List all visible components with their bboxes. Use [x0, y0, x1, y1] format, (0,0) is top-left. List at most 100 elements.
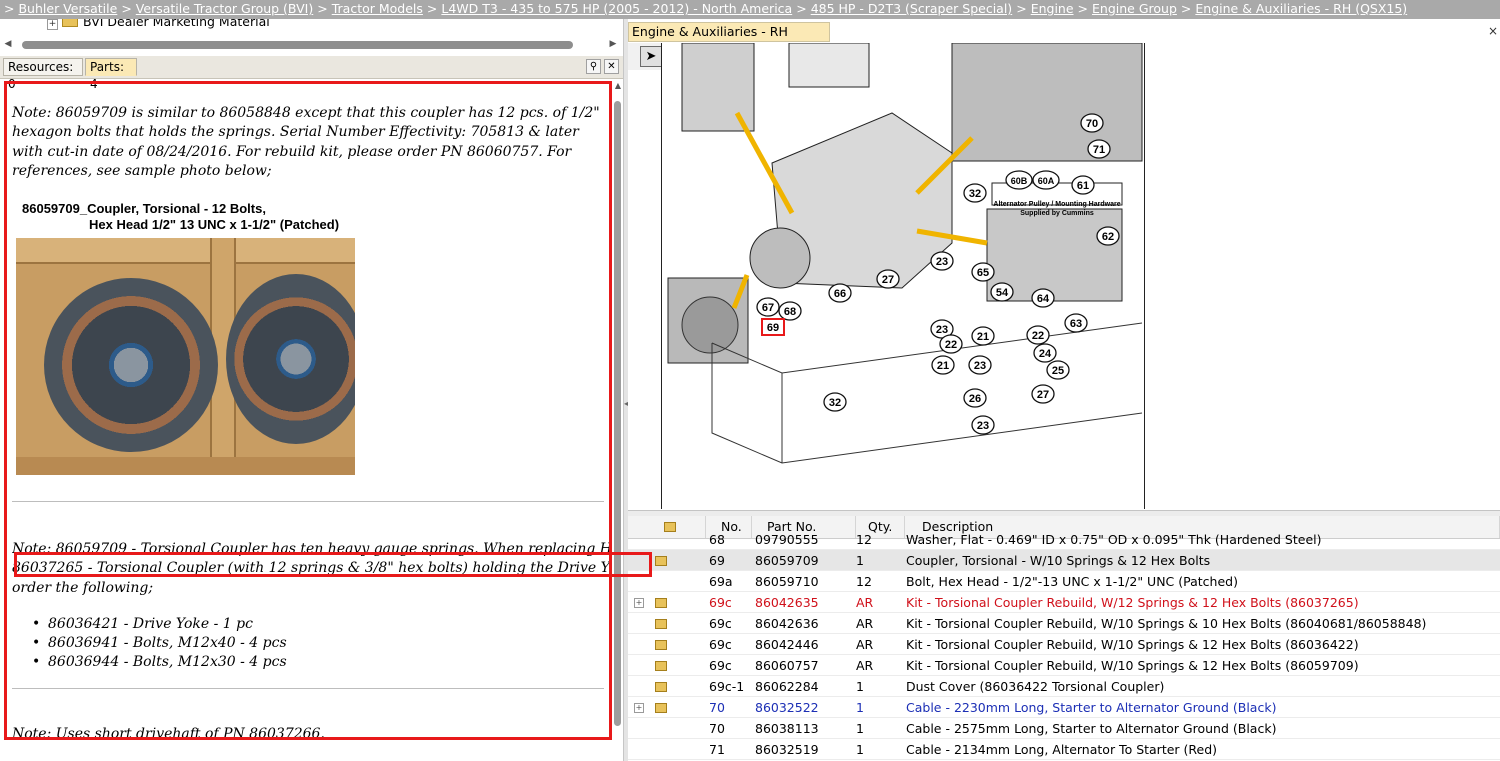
callout-66[interactable]: 66	[828, 283, 852, 303]
svg-text:67: 67	[762, 302, 774, 314]
callout-22[interactable]: 22	[939, 334, 963, 354]
pin-icon[interactable]: ⚲	[586, 59, 601, 74]
callout-60B[interactable]: 60B	[1005, 170, 1033, 190]
table-row[interactable]: 68 09790555 12 Washer, Flat - 0.469" ID x 0…	[628, 529, 1500, 550]
svg-text:21: 21	[977, 331, 989, 343]
callout-71[interactable]: 71	[1087, 139, 1111, 159]
svg-text:71: 71	[1093, 144, 1105, 156]
list-item: 86036421 - Drive Yoke - 1 pc	[32, 615, 287, 634]
svg-text:68: 68	[784, 306, 796, 318]
svg-text:23: 23	[974, 360, 986, 372]
scroll-left-arrow-icon[interactable]: ◀	[2, 38, 14, 51]
tree-horizontal-scrollbar[interactable]: ◀ ▶	[2, 38, 619, 51]
callout-62[interactable]: 62	[1096, 226, 1120, 246]
scroll-right-arrow-icon[interactable]: ▶	[607, 38, 619, 51]
callout-27[interactable]: 27	[876, 269, 900, 289]
table-row[interactable]: +69c 86042635 AR Kit - Torsional Coupler Re…	[628, 592, 1500, 613]
cell-qty: AR	[856, 595, 874, 610]
table-row[interactable]: 70 86038113 1 Cable - 2575mm Long, Starter …	[628, 718, 1500, 739]
parts-diagram[interactable]: 70 71 61 60B 60A 32 62 65 23 27 54 64 66 67 68 69 63 23 22…	[661, 43, 1145, 509]
svg-text:21: 21	[937, 360, 949, 372]
cell-qty: AR	[856, 658, 874, 673]
scroll-up-arrow-icon[interactable]: ▲	[613, 81, 623, 90]
callout-23[interactable]: 23	[971, 415, 995, 435]
svg-text:23: 23	[977, 420, 989, 432]
table-row[interactable]: 69 86059709 1 Coupler, Torsional - W/10 Spr…	[628, 550, 1500, 571]
callout-25[interactable]: 25	[1046, 360, 1070, 380]
breadcrumb-separator: >	[1077, 1, 1089, 16]
callout-26[interactable]: 26	[963, 388, 987, 408]
callout-24[interactable]: 24	[1033, 343, 1057, 363]
callout-23[interactable]: 23	[968, 355, 992, 375]
select-pointer-icon[interactable]: ➤	[640, 46, 662, 67]
callout-21[interactable]: 21	[971, 326, 995, 346]
svg-text:27: 27	[1037, 389, 1049, 401]
svg-text:64: 64	[1037, 293, 1050, 305]
table-row[interactable]: +70 86032522 1 Cable - 2230mm Long, Starter…	[628, 697, 1500, 718]
callout-22[interactable]: 22	[1026, 325, 1050, 345]
tab-parts[interactable]: Parts: 4	[85, 58, 137, 91]
callout-64[interactable]: 64	[1031, 288, 1055, 308]
folder-icon	[655, 703, 667, 713]
callout-54[interactable]: 54	[990, 282, 1014, 302]
cell-qty: 12	[856, 532, 872, 547]
table-row[interactable]: 69c 86060757 AR Kit - Torsional Coupler Reb…	[628, 655, 1500, 676]
expand-icon[interactable]: +	[634, 598, 644, 608]
notes-vertical-scrollbar[interactable]: ▲	[613, 81, 623, 761]
breadcrumb-link[interactable]: Engine Group	[1092, 1, 1177, 16]
scrollbar-thumb[interactable]	[22, 41, 573, 49]
svg-text:62: 62	[1102, 231, 1114, 243]
expand-icon[interactable]: +	[47, 19, 58, 30]
breadcrumb-link[interactable]: Tractor Models	[332, 1, 423, 16]
svg-text:25: 25	[1052, 365, 1064, 377]
svg-text:22: 22	[1032, 330, 1044, 342]
breadcrumb-link[interactable]: Engine	[1031, 1, 1074, 16]
callout-21[interactable]: 21	[931, 355, 955, 375]
callout-68[interactable]: 68	[778, 301, 802, 321]
breadcrumb-link[interactable]: 485 HP - D2T3 (Scraper Special)	[811, 1, 1013, 16]
callout-69[interactable]: 69	[761, 318, 785, 336]
table-row[interactable]: 71 86032519 1 Cable - 2134mm Long, Alternat…	[628, 739, 1500, 760]
viewer-tab-title[interactable]: Engine & Auxiliaries - RH (QSX15)	[628, 22, 830, 57]
callout-61[interactable]: 61	[1071, 175, 1095, 195]
tree-node-marketing[interactable]: + BVI Dealer Marketing Material	[47, 19, 270, 30]
folder-icon	[655, 661, 667, 671]
table-row[interactable]: 69a 86059710 12 Bolt, Hex Head - 1/2"-13 UN…	[628, 571, 1500, 592]
table-row[interactable]: 69c 86042636 AR Kit - Torsional Coupler Reb…	[628, 613, 1500, 634]
divider	[12, 688, 604, 689]
callout-32[interactable]: 32	[823, 392, 847, 412]
breadcrumb-link[interactable]: Versatile Tractor Group (BVI)	[136, 1, 313, 16]
list-item: 86036941 - Bolts, M12x40 - 4 pcs	[32, 634, 287, 653]
cell-no: 69c	[709, 658, 732, 673]
svg-text:32: 32	[829, 397, 841, 409]
breadcrumb-separator: >	[426, 1, 438, 16]
breadcrumb-link[interactable]: L4WD T3 - 435 to 575 HP (2005 - 2012) - …	[441, 1, 792, 16]
cell-qty: 1	[856, 721, 864, 736]
breadcrumb-link[interactable]: Buhler Versatile	[18, 1, 117, 16]
svg-text:23: 23	[936, 256, 948, 268]
callout-27[interactable]: 27	[1031, 384, 1055, 404]
breadcrumb-link[interactable]: Engine & Auxiliaries - RH (QSX15)	[1195, 1, 1407, 16]
close-icon[interactable]: ✕	[604, 59, 619, 74]
note-text: Note: 86059709 - Torsional Coupler has t…	[12, 541, 612, 596]
scrollbar-thumb[interactable]	[614, 101, 621, 726]
callout-32[interactable]: 32	[963, 183, 987, 203]
svg-text:27: 27	[882, 274, 894, 286]
cell-part-no: 86032519	[755, 742, 819, 757]
parts-table: No. Part No. Qty. Description 68 09790555…	[628, 516, 1500, 761]
cell-no: 69c-1	[709, 679, 745, 694]
callout-63[interactable]: 63	[1064, 313, 1088, 333]
callout-23[interactable]: 23	[930, 251, 954, 271]
table-row[interactable]: 69c-1 86062284 1 Dust Cover (86036422 Torsi…	[628, 676, 1500, 697]
viewer-close-icon[interactable]: ×	[1488, 24, 1498, 38]
callout-60A[interactable]: 60A	[1032, 170, 1060, 190]
expand-icon[interactable]: +	[634, 703, 644, 713]
svg-text:54: 54	[996, 287, 1009, 299]
svg-text:22: 22	[945, 339, 957, 351]
tab-resources[interactable]: Resources: 0	[3, 58, 83, 91]
callout-65[interactable]: 65	[971, 262, 995, 282]
callout-67[interactable]: 67	[756, 297, 780, 317]
table-row[interactable]: 69c 86042446 AR Kit - Torsional Coupler Reb…	[628, 634, 1500, 655]
callout-70[interactable]: 70	[1080, 113, 1104, 133]
engine-illustration[interactable]: 70 71 61 60B 60A 32 62 65 23 27 54 64 66 67 68 69 63 23 22…	[662, 43, 1144, 509]
